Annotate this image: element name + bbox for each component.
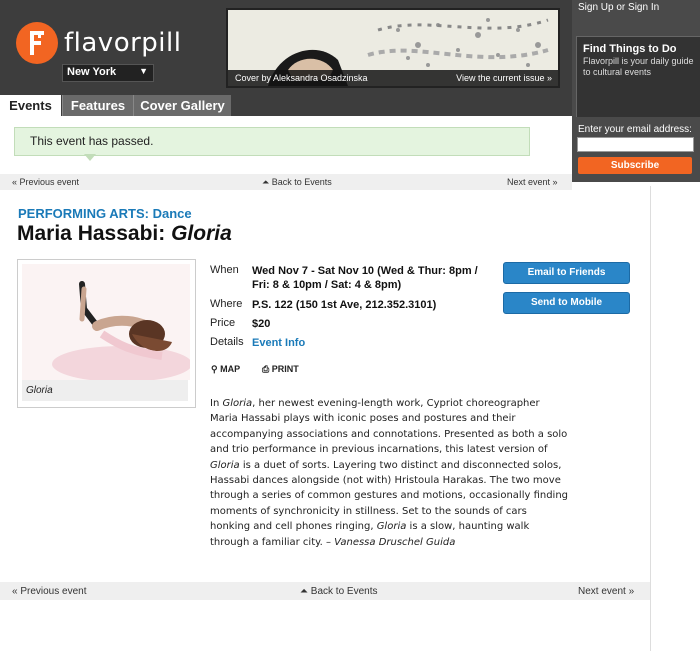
when-label: When <box>210 264 239 276</box>
description-segment: Gloria <box>376 521 407 533</box>
cover-credit: Cover by Aleksandra Osadzinska <box>235 73 368 83</box>
dancer-image <box>22 264 190 380</box>
print-link[interactable]: ⎙ PRINT <box>262 364 299 375</box>
content-divider <box>650 186 651 651</box>
event-passed-notice: This event has passed. <box>14 127 530 156</box>
view-current-issue-link[interactable]: View the current issue » <box>456 73 552 83</box>
up-arrow-icon: ⏶ <box>262 177 272 187</box>
where-label: Where <box>210 298 243 310</box>
description-segment: In <box>210 398 223 409</box>
event-title-work: Gloria <box>171 222 232 245</box>
previous-event-link[interactable]: « Previous event <box>12 177 79 187</box>
description-segment: Gloria <box>222 398 253 409</box>
cover-caption-bar: Cover by Aleksandra Osadzinska View the … <box>228 70 558 86</box>
previous-event-link-bottom[interactable]: « Previous event <box>12 586 87 597</box>
event-passed-text: This event has passed. <box>30 134 154 148</box>
flavorpill-logo-icon[interactable] <box>16 22 58 64</box>
find-things-description: Flavorpill is your daily guide to cultur… <box>583 56 694 77</box>
event-nav-bottom: « Previous event ⏶ Back to Events Next e… <box>0 582 650 600</box>
tab-events[interactable]: Events <box>0 95 61 116</box>
chevron-down-icon: ▼ <box>139 66 148 76</box>
email-field[interactable] <box>577 137 694 152</box>
find-things-title: Find Things to Do <box>583 43 677 55</box>
photo-caption-text: Gloria <box>26 385 53 396</box>
details-label: Details <box>210 336 244 348</box>
back-to-events-link-bottom[interactable]: ⏶ Back to Events <box>300 586 377 597</box>
description-segment: Gloria <box>210 459 240 471</box>
map-link[interactable]: ⚲ MAP <box>211 364 240 375</box>
event-photo[interactable] <box>22 264 190 380</box>
event-description: In Gloria, her newest evening-length wor… <box>210 396 570 550</box>
city-select-value: New York <box>67 66 117 78</box>
back-to-events-link[interactable]: ⏶ Back to Events <box>262 177 332 188</box>
sign-in-link[interactable]: Sign Up or Sign In <box>578 2 659 13</box>
description-segment: , her newest evening-length work, Cyprio… <box>210 398 568 456</box>
back-to-events-label: Back to Events <box>271 177 332 187</box>
event-info-link[interactable]: Event Info <box>252 336 305 350</box>
event-category[interactable]: PERFORMING ARTS: Dance <box>18 206 192 221</box>
back-to-events-label: Back to Events <box>310 586 378 597</box>
photo-caption: Gloria <box>22 380 188 401</box>
printer-icon: ⎙ <box>262 364 270 374</box>
cover-art[interactable]: Cover by Aleksandra Osadzinska View the … <box>226 8 560 88</box>
next-event-link[interactable]: Next event » <box>507 177 558 187</box>
tab-features[interactable]: Features <box>62 95 133 116</box>
email-to-friends-button[interactable]: Email to Friends <box>503 262 630 284</box>
tab-cover-gallery[interactable]: Cover Gallery <box>133 95 231 116</box>
when-value: Wed Nov 7 - Sat Nov 10 (Wed & Thur: 8pm … <box>252 265 478 291</box>
price-value: $20 <box>252 318 271 330</box>
site-logo-text[interactable]: flavorpill <box>64 28 181 58</box>
map-label: MAP <box>220 364 241 374</box>
price-label: Price <box>210 317 236 329</box>
subscribe-button[interactable]: Subscribe <box>578 157 692 174</box>
main-tabs: Events Features Cover Gallery <box>0 95 572 116</box>
event-title-main: Maria Hassabi: <box>17 222 172 245</box>
event-nav-top: « Previous event ⏶ Back to Events Next e… <box>0 174 572 190</box>
event-title: Maria Hassabi: Gloria <box>17 222 232 246</box>
where-value: P.S. 122 (150 1st Ave, 212.352.3101) <box>252 299 437 311</box>
description-segment: Vanessa Druschel Guida <box>334 536 456 548</box>
send-to-mobile-button[interactable]: Send to Mobile <box>503 292 630 314</box>
email-label: Enter your email address: <box>578 124 692 135</box>
next-event-link-bottom[interactable]: Next event » <box>578 586 634 597</box>
print-label: PRINT <box>271 364 299 374</box>
up-arrow-icon: ⏶ <box>300 586 311 597</box>
notice-pointer <box>84 154 96 161</box>
map-pin-icon: ⚲ <box>211 364 218 374</box>
city-select[interactable]: New York ▼ <box>62 64 154 82</box>
